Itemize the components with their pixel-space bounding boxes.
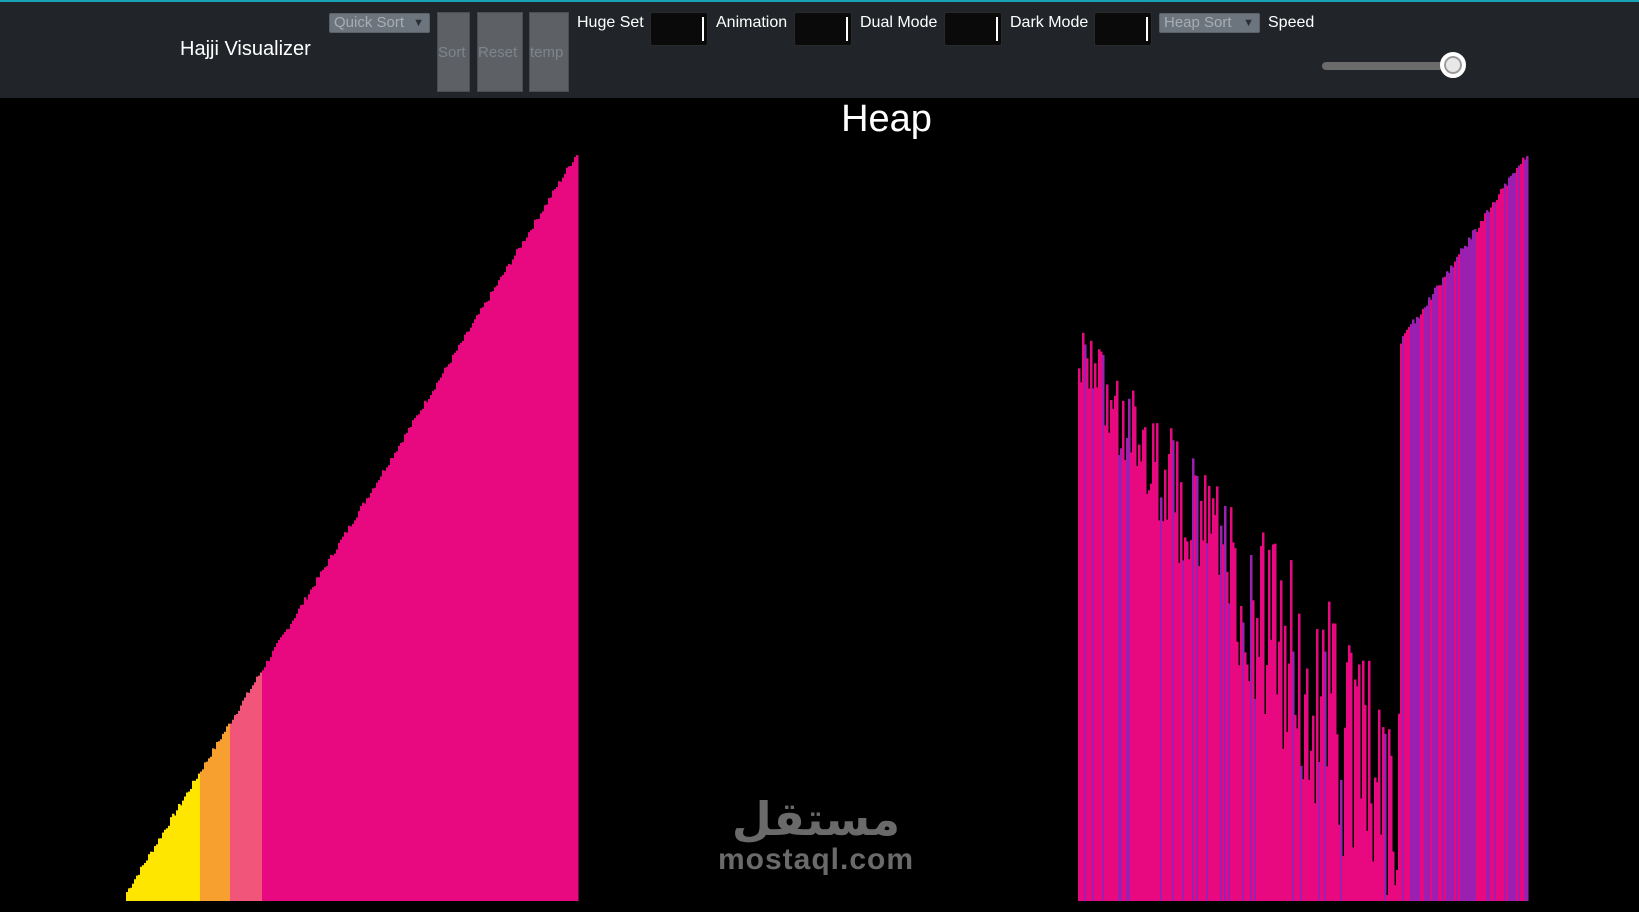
- watermark: مستقل mostaql.com: [718, 795, 914, 877]
- array-bar: [1526, 156, 1529, 902]
- array-bar: [1384, 733, 1387, 901]
- watermark-arabic: مستقل: [731, 792, 901, 846]
- right-bar-chart: [1078, 156, 1529, 902]
- watermark-latin: mostaql.com: [718, 843, 915, 876]
